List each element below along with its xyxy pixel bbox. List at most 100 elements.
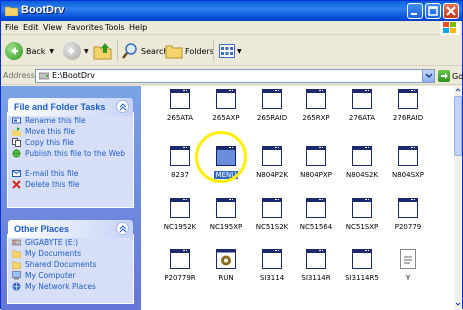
file-label: RUN (218, 274, 234, 282)
file-list-view[interactable]: 265ATA 265AXP 265RAID 265RXP 276ATA 276RAID 82… (141, 86, 454, 310)
move-icon (12, 127, 21, 136)
folder-icon (12, 250, 21, 258)
file-item[interactable]: N804P2K (249, 146, 295, 186)
menu-file[interactable]: File (5, 23, 18, 32)
file-item[interactable]: 265RXP (293, 89, 339, 129)
file-label: 265AXP (212, 114, 240, 122)
address-dropdown-button[interactable] (422, 70, 434, 82)
menu-help[interactable]: Help (129, 23, 147, 32)
task-email[interactable]: E-mail this file (12, 169, 133, 180)
batch-file-icon (398, 146, 418, 166)
folders-icon (165, 45, 183, 59)
up-folder-button[interactable] (93, 41, 113, 61)
task-rename[interactable]: Rename this file (12, 116, 133, 127)
folders-button[interactable]: Folders (165, 41, 214, 61)
task-move[interactable]: Move this file (12, 127, 133, 138)
close-button[interactable] (443, 3, 459, 19)
batch-file-icon (262, 249, 282, 269)
file-item[interactable]: NC51564 (293, 198, 339, 238)
forward-arrow-icon (63, 42, 81, 60)
batch-file-icon (170, 146, 190, 166)
collapse-icon[interactable] (116, 100, 129, 113)
other-places-header[interactable]: Other Places (8, 220, 133, 238)
file-item[interactable]: NC1952K (157, 198, 203, 238)
file-label: Y (405, 274, 411, 282)
menu-tools[interactable]: Tools (105, 23, 125, 32)
menu-favorites[interactable]: Favorites (67, 23, 103, 32)
file-item[interactable]: NC51SXP (339, 198, 385, 238)
address-value: E:\BootDrv (52, 71, 96, 80)
file-label: NC51564 (299, 223, 333, 231)
menu-view[interactable]: View (43, 23, 62, 32)
forward-button[interactable]: ▼ (63, 41, 89, 61)
title-bar[interactable]: BootDrv (1, 1, 462, 21)
place-my-documents[interactable]: My Documents (12, 249, 133, 260)
file-folder-tasks-header[interactable]: File and Folder Tasks (8, 98, 133, 116)
file-label: NC51S2K (255, 223, 289, 231)
batch-file-icon (352, 89, 372, 109)
file-item[interactable]: 276ATA (339, 89, 385, 129)
place-shared-documents[interactable]: Shared Documents (12, 260, 133, 271)
place-my-network-places[interactable]: My Network Places (12, 282, 133, 293)
file-item[interactable]: SI3114R (293, 249, 339, 289)
scrollbar-thumb[interactable] (454, 96, 462, 156)
place-gigabyte-drive[interactable]: G GIGABYTE (E:) (12, 238, 133, 249)
file-label: 265RAID (256, 114, 288, 122)
file-label: P20779R (164, 274, 196, 282)
file-label: SI3114R5 (345, 274, 379, 282)
file-label: 265ATA (166, 114, 194, 122)
file-item[interactable]: N804PXP (293, 146, 339, 186)
file-item[interactable]: SI3114 (249, 249, 295, 289)
task-delete[interactable]: Delete this file (12, 180, 133, 191)
file-item[interactable]: 276RAID (385, 89, 431, 129)
task-label: Move this file (25, 127, 75, 136)
file-item[interactable]: NC51S2K (249, 198, 295, 238)
back-button[interactable]: Back ▼ (5, 41, 54, 61)
file-item[interactable]: RUN (203, 249, 249, 289)
vertical-scrollbar[interactable] (454, 86, 462, 310)
file-item[interactable]: 265RAID (249, 89, 295, 129)
minimize-button[interactable] (407, 3, 423, 19)
file-item[interactable]: 265ATA (157, 89, 203, 129)
menu-edit[interactable]: Edit (23, 23, 39, 32)
place-label: My Network Places (25, 282, 96, 291)
batch-file-icon (352, 146, 372, 166)
chevron-down-icon: ▼ (84, 47, 89, 55)
chevron-up-icon[interactable] (454, 86, 462, 94)
views-button[interactable]: ▼ (219, 41, 242, 61)
toolbar: Back ▼ ▼ Search Folders ▼ (1, 36, 462, 66)
gear-program-icon (216, 249, 236, 269)
file-label: 276RAID (392, 114, 424, 122)
maximize-button[interactable] (425, 3, 441, 19)
batch-file-icon (262, 198, 282, 218)
file-label: NC195XP (209, 223, 243, 231)
place-my-computer[interactable]: My Computer (12, 271, 133, 282)
search-icon (122, 43, 137, 59)
window-title: BootDrv (21, 4, 65, 16)
file-item[interactable]: N804SXP (385, 146, 431, 186)
place-label: My Documents (25, 249, 82, 258)
task-copy[interactable]: Copy this file (12, 138, 133, 149)
task-publish[interactable]: Publish this file to the Web (12, 149, 133, 169)
address-input[interactable]: E:\BootDrv (35, 69, 435, 83)
go-arrow-icon (438, 70, 450, 82)
chevron-down-icon[interactable] (454, 300, 462, 308)
back-arrow-icon (5, 42, 23, 60)
other-places-panel: Other Places G GIGABYTE (E:) My Document… (7, 220, 134, 304)
collapse-icon[interactable] (116, 222, 129, 235)
file-item[interactable]: NC195XP (203, 198, 249, 238)
file-item[interactable]: P20779 (385, 198, 431, 238)
place-label: My Computer (25, 271, 76, 280)
file-item[interactable]: P20779R (157, 249, 203, 289)
go-button[interactable]: Go (438, 69, 463, 83)
search-button[interactable]: Search (121, 41, 168, 61)
batch-file-icon (306, 249, 326, 269)
file-item[interactable]: Y (385, 249, 431, 289)
file-item[interactable]: SI3114R5 (339, 249, 385, 289)
file-item[interactable]: N804S2K (339, 146, 385, 186)
file-item[interactable]: 265AXP (203, 89, 249, 129)
chevron-down-icon: ▼ (49, 47, 55, 55)
address-label: Address (3, 71, 35, 80)
rename-icon (12, 117, 21, 124)
folder-icon (12, 261, 21, 269)
